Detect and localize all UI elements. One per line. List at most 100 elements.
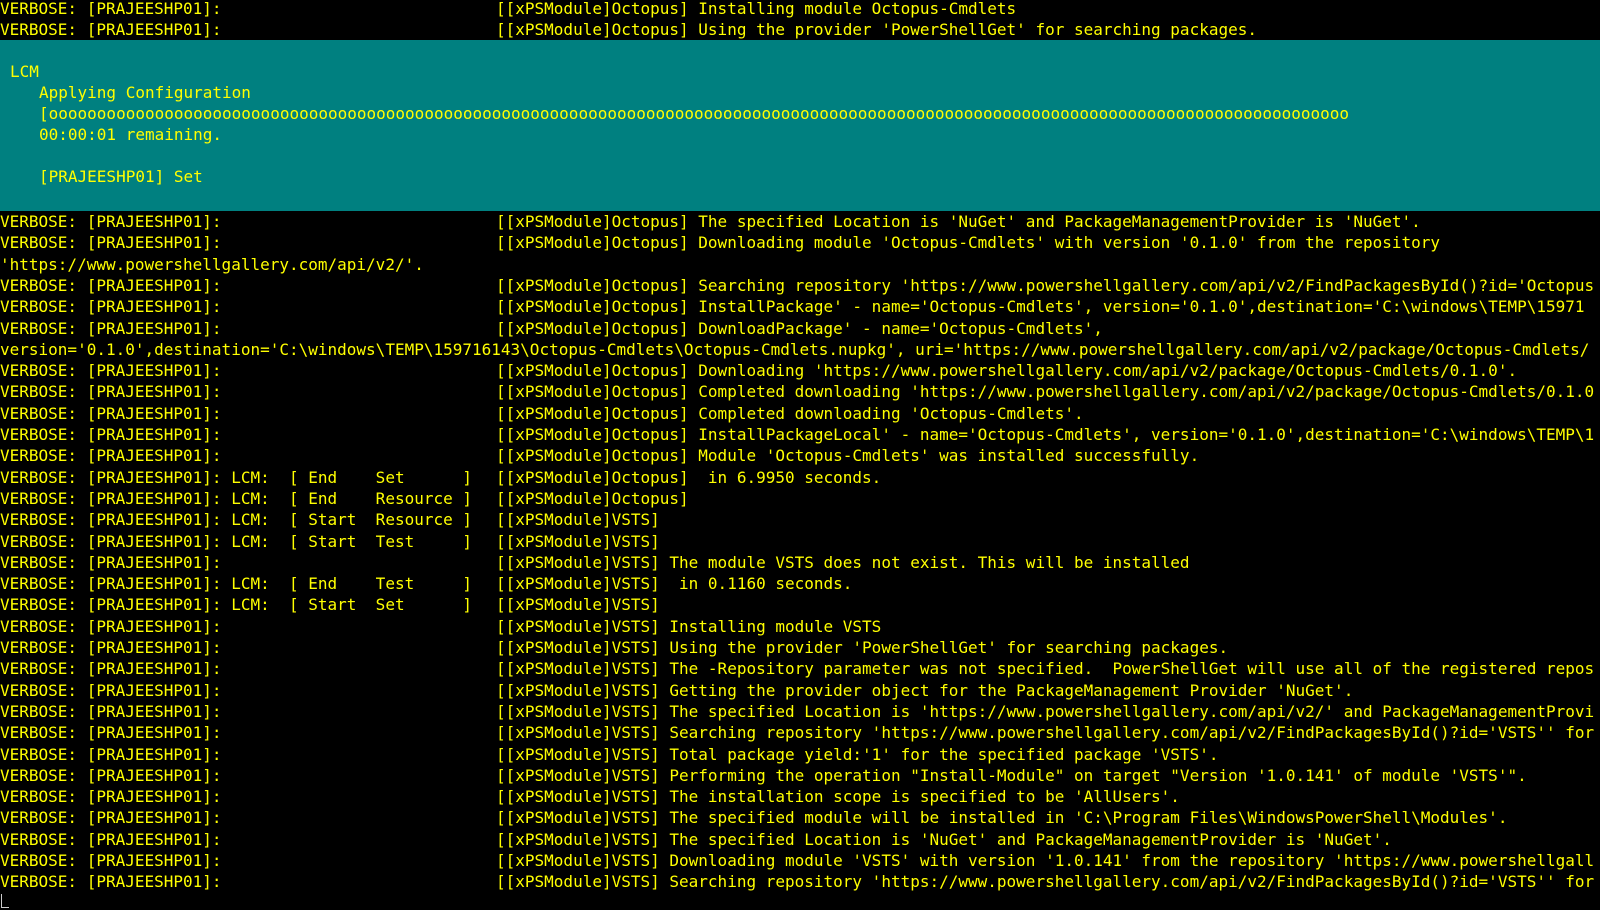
line-message: [[xPSModule]VSTS]: [496, 595, 660, 615]
console-line: VERBOSE: [PRAJEESHP01]: [[xPSModule]Octop…: [0, 360, 1600, 381]
line-message: [[xPSModule]Octopus] Installing module O…: [496, 0, 1017, 18]
line-source: VERBOSE: [PRAJEESHP01]:: [0, 382, 222, 402]
console-line: VERBOSE: [PRAJEESHP01]: [[xPSModule]VSTS]…: [0, 680, 1600, 701]
console-line: VERBOSE: [PRAJEESHP01]: LCM: [ Start Tes…: [0, 531, 1600, 552]
line-source: VERBOSE: [PRAJEESHP01]:: [0, 20, 222, 40]
console-line: VERBOSE: [PRAJEESHP01]: [[xPSModule]Octop…: [0, 275, 1600, 296]
line-source: VERBOSE: [PRAJEESHP01]:: [0, 425, 222, 444]
line-source: VERBOSE: [PRAJEESHP01]:: [0, 212, 222, 231]
line-source: VERBOSE: [PRAJEESHP01]:: [0, 361, 222, 381]
console-line: version='0.1.0',destination='C:\windows\…: [0, 339, 1600, 360]
console-line: VERBOSE: [PRAJEESHP01]: LCM: [ Start Res…: [0, 509, 1600, 530]
line-message: [[xPSModule]VSTS] The specified Location…: [496, 829, 1392, 849]
line-message: [[xPSModule]Octopus] Module 'Octopus-Cmd…: [496, 446, 1200, 466]
console-line: VERBOSE: [PRAJEESHP01]: [[xPSModule]VSTS]…: [0, 552, 1600, 573]
line-message: [[xPSModule]VSTS] in 0.1160 seconds.: [496, 574, 853, 594]
progress-remaining: 00:00:01 remaining.: [39, 125, 223, 144]
progress-operation: [PRAJEESHP01] Set: [39, 167, 203, 186]
line-source: VERBOSE: [PRAJEESHP01]:: [0, 808, 222, 828]
console-window[interactable]: VERBOSE: [PRAJEESHP01]: [[xPSModule]Octop…: [0, 0, 1600, 910]
console-line: VERBOSE: [PRAJEESHP01]: LCM: [ End Resou…: [0, 488, 1600, 509]
console-line: VERBOSE: [PRAJEESHP01]: [[xPSModule]VSTS]…: [0, 658, 1600, 679]
line-message: [[xPSModule]VSTS] Getting the provider o…: [496, 680, 1354, 700]
console-line: VERBOSE: [PRAJEESHP01]: [[xPSModule]Octop…: [0, 19, 1600, 40]
line-message: [[xPSModule]Octopus] Completed downloadi…: [496, 403, 1084, 423]
progress-bar: [ooooooooooooooooooooooooooooooooooooooo…: [39, 104, 1350, 123]
console-line: VERBOSE: [PRAJEESHP01]: [[xPSModule]VSTS]…: [0, 871, 1600, 892]
line-message: [[xPSModule]Octopus] Using the provider …: [496, 20, 1257, 40]
line-source: VERBOSE: [PRAJEESHP01]:: [0, 638, 222, 657]
line-message: [[xPSModule]VSTS] Installing module VSTS: [496, 616, 882, 636]
line-source: VERBOSE: [PRAJEESHP01]:: [0, 297, 222, 317]
line-message: [[xPSModule]Octopus]: [496, 488, 689, 508]
console-line: VERBOSE: [PRAJEESHP01]: [[xPSModule]VSTS]…: [0, 786, 1600, 807]
line-source: VERBOSE: [PRAJEESHP01]: LCM: [ End Test …: [0, 574, 473, 594]
console-line: VERBOSE: [PRAJEESHP01]: [[xPSModule]VSTS]…: [0, 637, 1600, 658]
line-source: VERBOSE: [PRAJEESHP01]:: [0, 403, 222, 423]
console-line: 'https://www.powershellgallery.com/api/v…: [0, 254, 1600, 275]
line-message: [[xPSModule]VSTS] The specified Location…: [496, 701, 1595, 721]
console-line: VERBOSE: [PRAJEESHP01]: [[xPSModule]VSTS]…: [0, 722, 1600, 743]
line-message: [[xPSModule]Octopus] InstallPackageLocal…: [496, 425, 1595, 444]
console-line: VERBOSE: [PRAJEESHP01]: [[xPSModule]Octop…: [0, 296, 1600, 317]
line-source: VERBOSE: [PRAJEESHP01]:: [0, 0, 222, 18]
line-source: VERBOSE: [PRAJEESHP01]:: [0, 659, 222, 679]
console-line: VERBOSE: [PRAJEESHP01]: [[xPSModule]VSTS]…: [0, 765, 1600, 786]
line-message: [[xPSModule]VSTS] The specified module w…: [496, 808, 1508, 828]
line-source: VERBOSE: [PRAJEESHP01]: LCM: [ Start Res…: [0, 510, 473, 530]
line-message: [[xPSModule]VSTS] Searching repository '…: [496, 723, 1595, 743]
console-line: VERBOSE: [PRAJEESHP01]: LCM: [ End Test …: [0, 573, 1600, 594]
line-message: [[xPSModule]Octopus] Completed downloadi…: [496, 382, 1595, 402]
progress-status: Applying Configuration: [39, 83, 251, 102]
line-source: VERBOSE: [PRAJEESHP01]:: [0, 680, 222, 700]
console-line: VERBOSE: [PRAJEESHP01]: [[xPSModule]VSTS]…: [0, 807, 1600, 828]
line-message: [[xPSModule]Octopus] in 6.9950 seconds.: [496, 467, 882, 487]
line-source: VERBOSE: [PRAJEESHP01]:: [0, 829, 222, 849]
line-source: VERBOSE: [PRAJEESHP01]: LCM: [ Start Tes…: [0, 531, 473, 551]
console-line: VERBOSE: [PRAJEESHP01]: LCM: [ Start Set…: [0, 594, 1600, 615]
line-source: VERBOSE: [PRAJEESHP01]:: [0, 552, 222, 572]
console-line: VERBOSE: [PRAJEESHP01]: [[xPSModule]Octop…: [0, 445, 1600, 466]
console-line: VERBOSE: [PRAJEESHP01]: [[xPSModule]VSTS]…: [0, 850, 1600, 871]
line-message: [[xPSModule]VSTS] Downloading module 'VS…: [496, 851, 1595, 870]
line-message: [[xPSModule]VSTS] Searching repository '…: [496, 872, 1595, 892]
line-message: [[xPSModule]VSTS] The -Repository parame…: [496, 659, 1595, 679]
line-message: [[xPSModule]VSTS] Performing the operati…: [496, 765, 1527, 785]
line-source: VERBOSE: [PRAJEESHP01]:: [0, 787, 222, 807]
progress-activity: LCM: [10, 62, 39, 81]
line-message: [[xPSModule]Octopus] The specified Locat…: [496, 212, 1421, 231]
console-line: VERBOSE: [PRAJEESHP01]: [[xPSModule]VSTS]…: [0, 744, 1600, 765]
line-source: VERBOSE: [PRAJEESHP01]:: [0, 872, 222, 892]
line-message: [[xPSModule]Octopus] Downloading module …: [496, 233, 1441, 253]
line-message: [[xPSModule]VSTS]: [496, 510, 660, 530]
line-message: [[xPSModule]VSTS] Total package yield:'1…: [496, 744, 1219, 764]
console-line: VERBOSE: [PRAJEESHP01]: [[xPSModule]Octop…: [0, 403, 1600, 424]
line-message: [[xPSModule]VSTS] Using the provider 'Po…: [496, 638, 1229, 657]
line-source: VERBOSE: [PRAJEESHP01]:: [0, 851, 222, 870]
line-source: VERBOSE: [PRAJEESHP01]:: [0, 275, 222, 295]
progress-panel: LCM Applying Configuration [oooooooooooo…: [0, 40, 1600, 211]
line-source: VERBOSE: [PRAJEESHP01]:: [0, 616, 222, 636]
line-source: VERBOSE: [PRAJEESHP01]:: [0, 723, 222, 743]
console-line: VERBOSE: [PRAJEESHP01]: [[xPSModule]Octop…: [0, 0, 1600, 19]
line-message: [[xPSModule]Octopus] Searching repositor…: [496, 275, 1595, 295]
line-message: [[xPSModule]VSTS] The installation scope…: [496, 787, 1180, 807]
line-source: VERBOSE: [PRAJEESHP01]:: [0, 446, 222, 466]
console-line: VERBOSE: [PRAJEESHP01]: [[xPSModule]Octop…: [0, 381, 1600, 402]
line-message: [[xPSModule]Octopus] DownloadPackage' - …: [496, 318, 1103, 338]
console-line: VERBOSE: [PRAJEESHP01]: [[xPSModule]Octop…: [0, 424, 1600, 445]
line-source: VERBOSE: [PRAJEESHP01]:: [0, 318, 222, 338]
console-line: VERBOSE: [PRAJEESHP01]: [[xPSModule]Octop…: [0, 232, 1600, 253]
text-cursor: [1, 894, 9, 908]
console-line: VERBOSE: [PRAJEESHP01]: [[xPSModule]Octop…: [0, 211, 1600, 232]
line-source: VERBOSE: [PRAJEESHP01]:: [0, 701, 222, 721]
console-line: VERBOSE: [PRAJEESHP01]: [[xPSModule]VSTS]…: [0, 616, 1600, 637]
line-source: VERBOSE: [PRAJEESHP01]:: [0, 744, 222, 764]
line-message: [[xPSModule]VSTS]: [496, 531, 660, 551]
line-source: VERBOSE: [PRAJEESHP01]: LCM: [ End Set ]: [0, 467, 473, 487]
line-source: VERBOSE: [PRAJEESHP01]: LCM: [ End Resou…: [0, 488, 473, 508]
line-message: [[xPSModule]Octopus] Downloading 'https:…: [496, 361, 1518, 381]
line-source: version='0.1.0',destination='C:\windows\…: [0, 339, 1590, 359]
line-message: [[xPSModule]Octopus] InstallPackage' - n…: [496, 297, 1585, 317]
line-source: VERBOSE: [PRAJEESHP01]:: [0, 233, 222, 253]
